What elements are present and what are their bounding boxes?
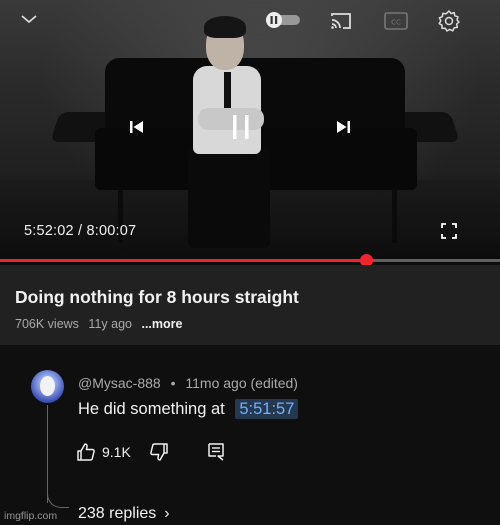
video-frame-person-legs xyxy=(188,148,270,248)
chevron-down-icon xyxy=(21,15,37,24)
more-button[interactable]: ...more xyxy=(141,317,182,331)
cast-button[interactable] xyxy=(328,10,354,32)
replies-label: 238 replies xyxy=(78,505,157,522)
video-frame-person-tie xyxy=(224,72,231,112)
time-readout: 5:52:02 / 8:00:07 xyxy=(24,223,136,239)
like-icon xyxy=(77,443,95,461)
next-icon xyxy=(337,121,350,133)
reply-comment-icon xyxy=(208,443,224,461)
thread-connector xyxy=(47,482,69,508)
play-pause-button[interactable] xyxy=(226,112,256,142)
comment-text: He did something at 5:51:57 xyxy=(78,399,299,419)
settings-gear-icon xyxy=(438,10,460,32)
comment-time: 11mo ago (edited) xyxy=(185,375,298,391)
avatar[interactable] xyxy=(31,370,64,403)
cast-icon xyxy=(331,13,351,29)
video-duration: 8:00:07 xyxy=(86,223,137,239)
timestamp-link[interactable]: 5:51:57 xyxy=(235,399,299,419)
chevron-right-icon: › xyxy=(164,505,170,522)
previous-button[interactable] xyxy=(126,116,148,138)
video-metadata: 706K views 11y ago ...more xyxy=(15,317,182,331)
settings-button[interactable] xyxy=(436,8,462,34)
comment-body: He did something at xyxy=(78,400,225,418)
upload-age: 11y ago xyxy=(88,317,132,331)
video-player[interactable]: CC 5:52:02 / 8:00:07 xyxy=(0,0,500,265)
svg-text:CC: CC xyxy=(391,19,401,27)
fullscreen-icon xyxy=(441,223,457,239)
captions-icon: CC xyxy=(384,12,408,30)
video-title[interactable]: Doing nothing for 8 hours straight xyxy=(15,287,299,308)
video-frame-sofa-leg xyxy=(392,188,397,243)
replies-button[interactable]: 238 replies › xyxy=(78,505,170,523)
autoplay-toggle[interactable] xyxy=(264,10,304,30)
comment-header: @Mysac-888 • 11mo ago (edited) xyxy=(78,375,298,391)
next-button[interactable] xyxy=(332,116,354,138)
captions-button[interactable]: CC xyxy=(383,10,409,32)
seek-bar-scrubber[interactable] xyxy=(360,254,374,265)
collapse-player-button[interactable] xyxy=(18,8,40,30)
like-count: 9.1K xyxy=(102,444,131,460)
like-button[interactable]: 9.1K xyxy=(76,442,131,462)
current-time: 5:52:02 xyxy=(24,223,74,239)
comment-author[interactable]: @Mysac-888 xyxy=(78,375,161,391)
fullscreen-button[interactable] xyxy=(438,220,460,242)
comment-actions: 9.1K xyxy=(76,440,225,464)
time-separator: / xyxy=(78,223,83,239)
reply-button[interactable] xyxy=(207,442,225,462)
dislike-icon xyxy=(149,443,168,461)
watermark: imgflip.com xyxy=(4,510,58,522)
seek-bar[interactable] xyxy=(0,254,500,265)
separator-dot: • xyxy=(170,375,176,391)
pause-icon xyxy=(233,115,249,139)
autoplay-toggle-icon xyxy=(266,12,300,28)
previous-icon xyxy=(130,121,143,133)
view-count: 706K views xyxy=(15,317,79,331)
video-info-panel[interactable]: Doing nothing for 8 hours straight 706K … xyxy=(0,265,500,345)
dislike-button[interactable] xyxy=(149,442,169,462)
seek-bar-progress xyxy=(0,259,367,262)
video-frame-person-hair xyxy=(204,16,246,38)
